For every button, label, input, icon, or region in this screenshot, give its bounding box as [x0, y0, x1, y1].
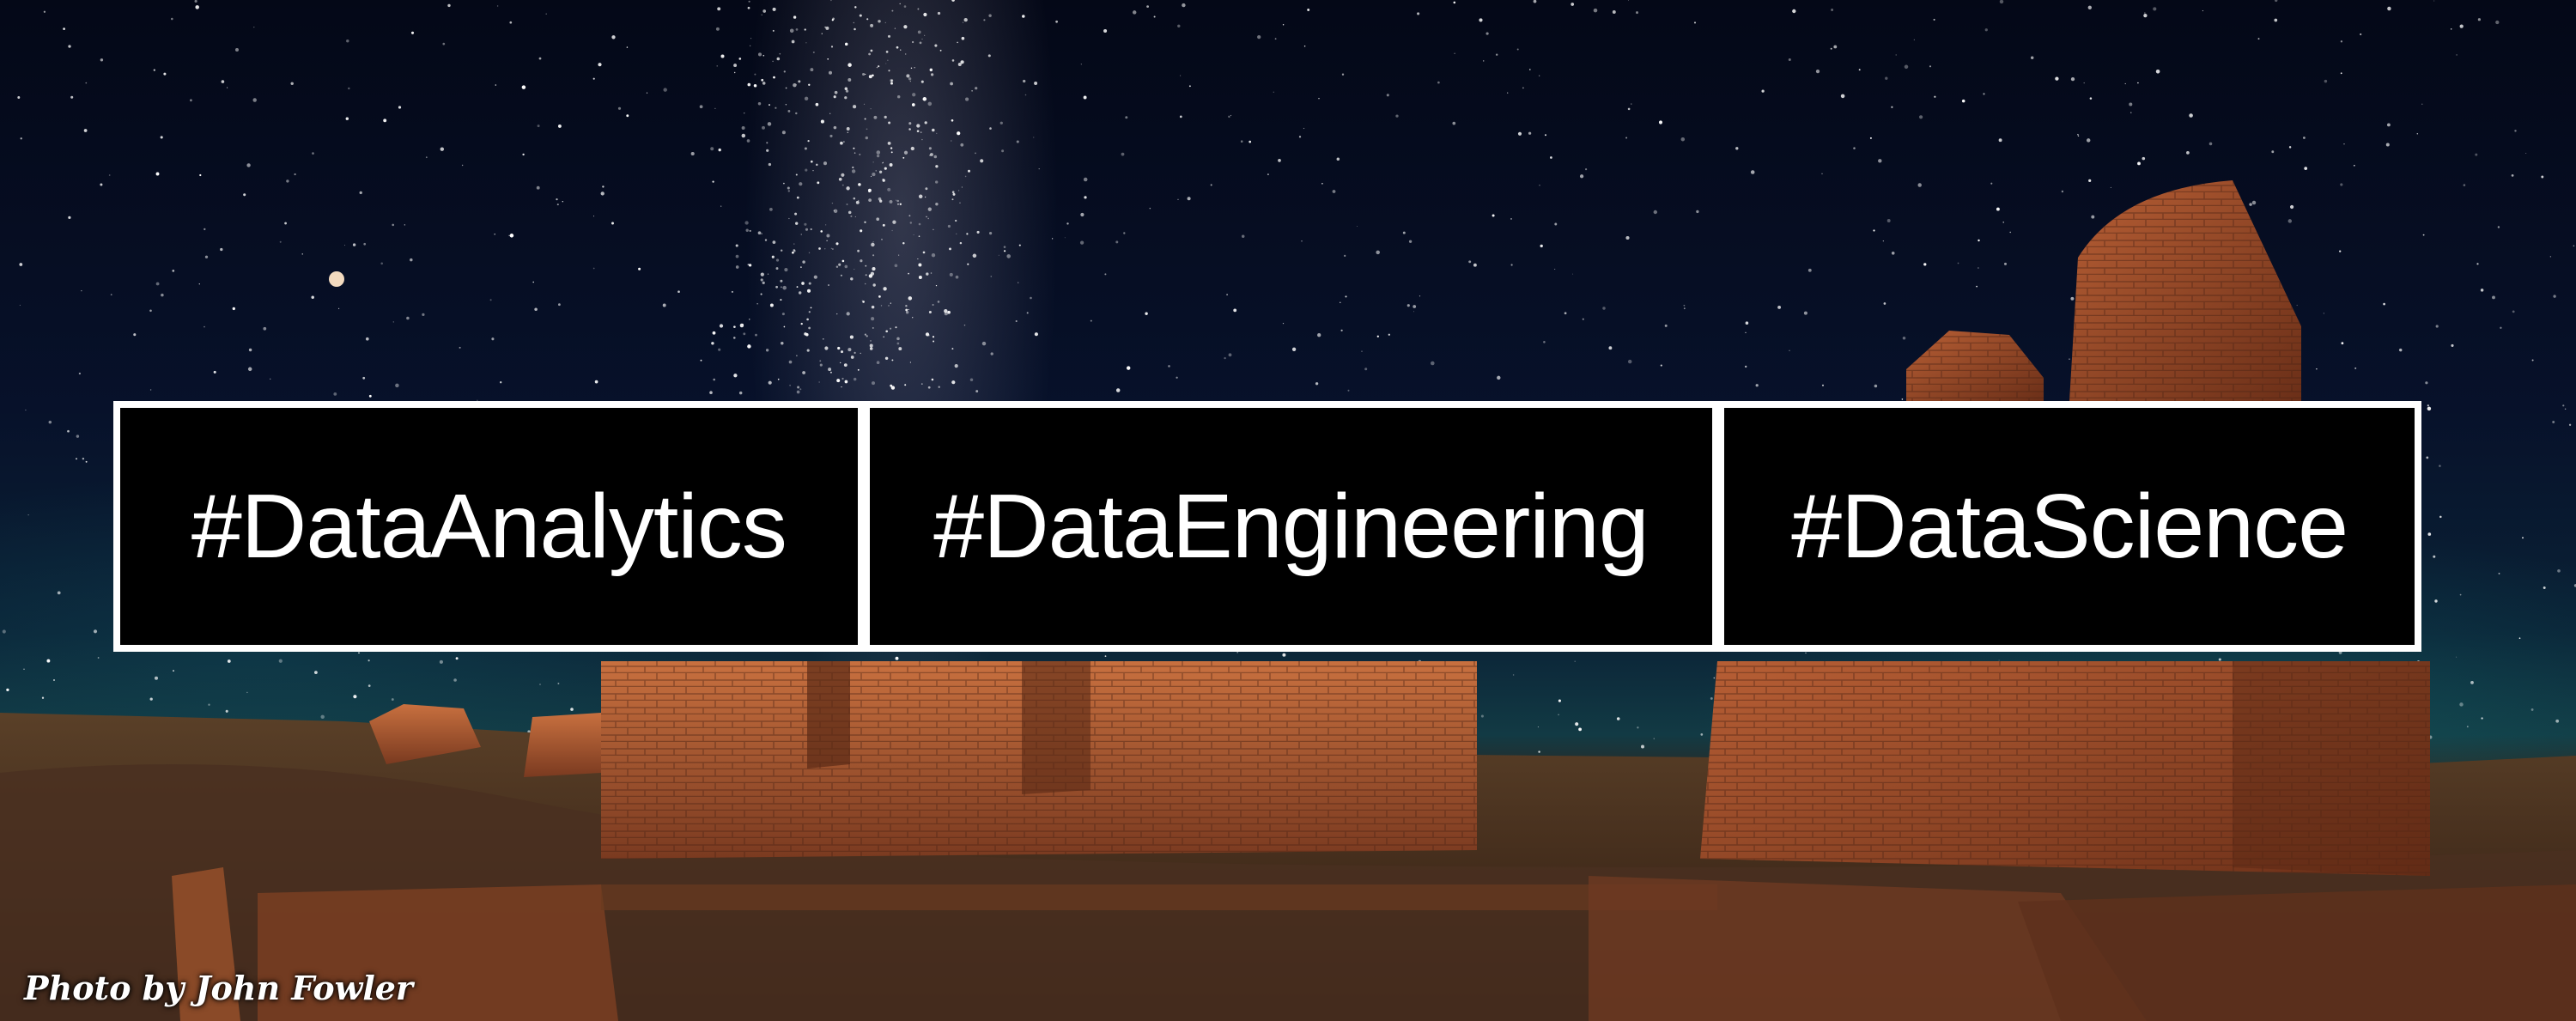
- hashtag-banner: #DataAnalytics #DataEngineering #DataSci…: [113, 401, 2421, 652]
- tag-box-data-science: #DataScience: [1724, 408, 2415, 645]
- tag-box-data-engineering: #DataEngineering: [869, 408, 1713, 645]
- night-sky-ruins-photo: #DataAnalytics #DataEngineering #DataSci…: [0, 0, 2576, 1021]
- tag-data-engineering: #DataEngineering: [933, 476, 1649, 577]
- tag-box-data-analytics: #DataAnalytics: [120, 408, 858, 645]
- tag-data-analytics: #DataAnalytics: [191, 476, 787, 577]
- tag-data-science: #DataScience: [1791, 476, 2348, 577]
- photo-credit: Photo by John Fowler: [24, 969, 413, 1007]
